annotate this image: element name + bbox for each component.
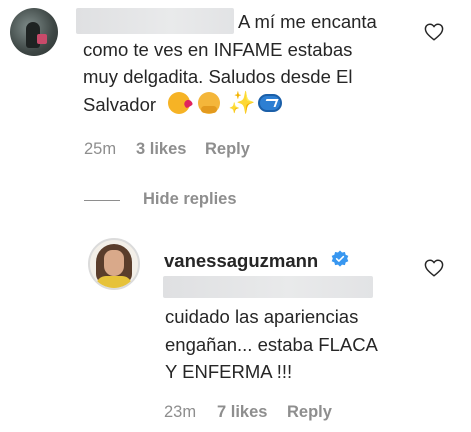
reply-reply-button[interactable]: Reply bbox=[287, 403, 332, 422]
sparkles-emoji: ✨ bbox=[228, 90, 256, 115]
reply-text-line: cuidado las apariencias bbox=[165, 306, 359, 327]
reply-timestamp[interactable]: 23m bbox=[164, 403, 196, 422]
reply-username[interactable]: vanessaguzmann bbox=[164, 250, 318, 272]
reply-avatar[interactable] bbox=[88, 238, 140, 290]
hide-replies-divider bbox=[84, 200, 120, 201]
avatar-clothing bbox=[96, 276, 132, 288]
face-blowing-kiss-emoji bbox=[168, 92, 190, 114]
verified-badge-icon bbox=[331, 250, 349, 267]
comment-text-line: como te ves en INFAME estabas bbox=[83, 39, 353, 60]
reply-text-line: Y ENFERMA !!! bbox=[165, 361, 293, 382]
comment-text-line: muy delgadita. Saludos desde El bbox=[83, 66, 353, 87]
avatar-face bbox=[104, 250, 124, 276]
avatar-detail bbox=[37, 34, 47, 44]
arrows-cycle-emoji bbox=[258, 94, 282, 112]
comment-text-line: Salvador bbox=[83, 94, 157, 115]
comment-likes-count[interactable]: 3 likes bbox=[136, 140, 186, 159]
hugging-face-emoji bbox=[198, 92, 220, 114]
blurred-username bbox=[76, 8, 234, 34]
reply-text-line: engañan... estaba FLACA bbox=[165, 334, 378, 355]
comment-reply-button[interactable]: Reply bbox=[205, 140, 250, 159]
reply-likes-count[interactable]: 7 likes bbox=[217, 403, 267, 422]
heart-outline-icon[interactable] bbox=[424, 259, 444, 277]
comment-emojis: ✨ bbox=[168, 92, 282, 114]
heart-outline-icon[interactable] bbox=[424, 23, 444, 41]
blurred-mention bbox=[163, 276, 373, 298]
comment-timestamp[interactable]: 25m bbox=[84, 140, 116, 159]
commenter-avatar[interactable] bbox=[10, 8, 58, 56]
comment-text-line: A mí me encanta bbox=[238, 11, 377, 32]
hide-replies-button[interactable]: Hide replies bbox=[143, 190, 237, 209]
